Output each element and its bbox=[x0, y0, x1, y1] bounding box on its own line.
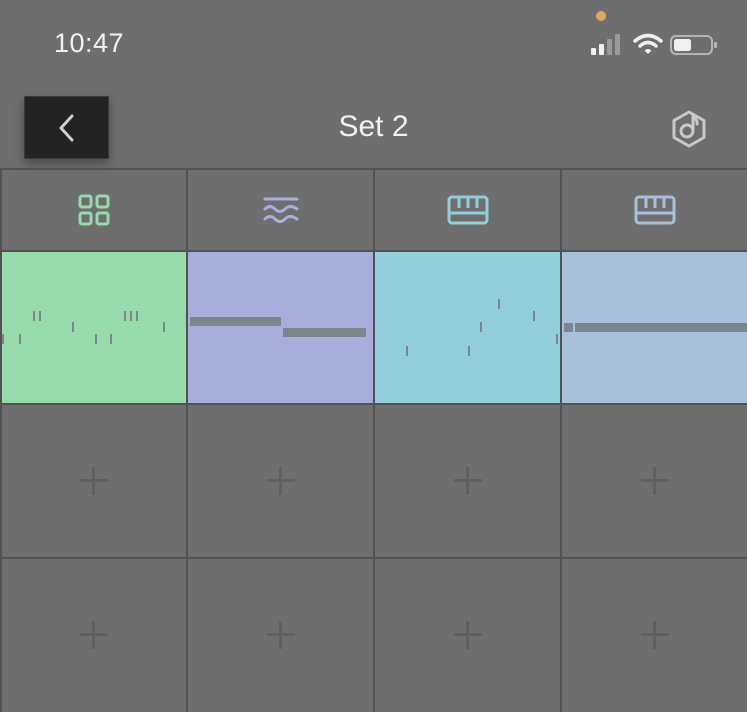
app-screen: 10:47 Set 2 bbox=[0, 0, 747, 712]
track-header-4[interactable] bbox=[562, 170, 747, 250]
plus-icon bbox=[453, 620, 482, 649]
empty-slot-track-3-scene-3[interactable] bbox=[375, 559, 560, 710]
plus-icon bbox=[640, 620, 669, 649]
ableton-link-button[interactable] bbox=[668, 108, 710, 150]
track-header-2[interactable] bbox=[188, 170, 373, 250]
clip-notes bbox=[564, 323, 747, 332]
keyboard-icon bbox=[634, 195, 675, 225]
status-time: 10:47 bbox=[54, 28, 125, 58]
plus-icon bbox=[266, 466, 295, 495]
page-title: Set 2 bbox=[338, 110, 409, 143]
ableton-link-icon bbox=[672, 110, 706, 148]
track-header-3[interactable] bbox=[375, 170, 560, 250]
empty-slot-track-1-scene-3[interactable] bbox=[2, 559, 186, 710]
empty-slot-track-2-scene-2[interactable] bbox=[188, 405, 373, 556]
empty-slot-track-3-scene-2[interactable] bbox=[375, 405, 560, 556]
clip-notes bbox=[190, 317, 366, 337]
session-grid bbox=[0, 168, 747, 712]
wave-synth-icon bbox=[263, 197, 298, 223]
plus-icon bbox=[640, 466, 669, 495]
plus-icon bbox=[453, 466, 482, 495]
clip-notes bbox=[406, 299, 558, 356]
privacy-indicator-dot bbox=[596, 11, 606, 21]
wifi-icon bbox=[633, 33, 663, 54]
battery-icon bbox=[670, 35, 717, 55]
drum-grid-icon bbox=[78, 194, 110, 226]
clip-notes bbox=[2, 311, 165, 344]
plus-icon bbox=[80, 466, 108, 495]
empty-slot-track-4-scene-2[interactable] bbox=[562, 405, 747, 556]
signal-bars-icon bbox=[591, 34, 620, 55]
clip-track-3-scene-1[interactable] bbox=[375, 252, 560, 403]
clip-track-2-scene-1[interactable] bbox=[188, 252, 373, 403]
plus-icon bbox=[266, 620, 295, 649]
clip-track-1-scene-1[interactable] bbox=[2, 252, 186, 403]
empty-slot-track-4-scene-3[interactable] bbox=[562, 559, 747, 710]
empty-slot-track-1-scene-2[interactable] bbox=[2, 405, 186, 556]
empty-slot-track-2-scene-3[interactable] bbox=[188, 559, 373, 710]
track-header-1[interactable] bbox=[2, 170, 186, 250]
keyboard-icon bbox=[447, 195, 488, 225]
clip-track-4-scene-1[interactable] bbox=[562, 252, 747, 403]
plus-icon bbox=[80, 620, 108, 649]
